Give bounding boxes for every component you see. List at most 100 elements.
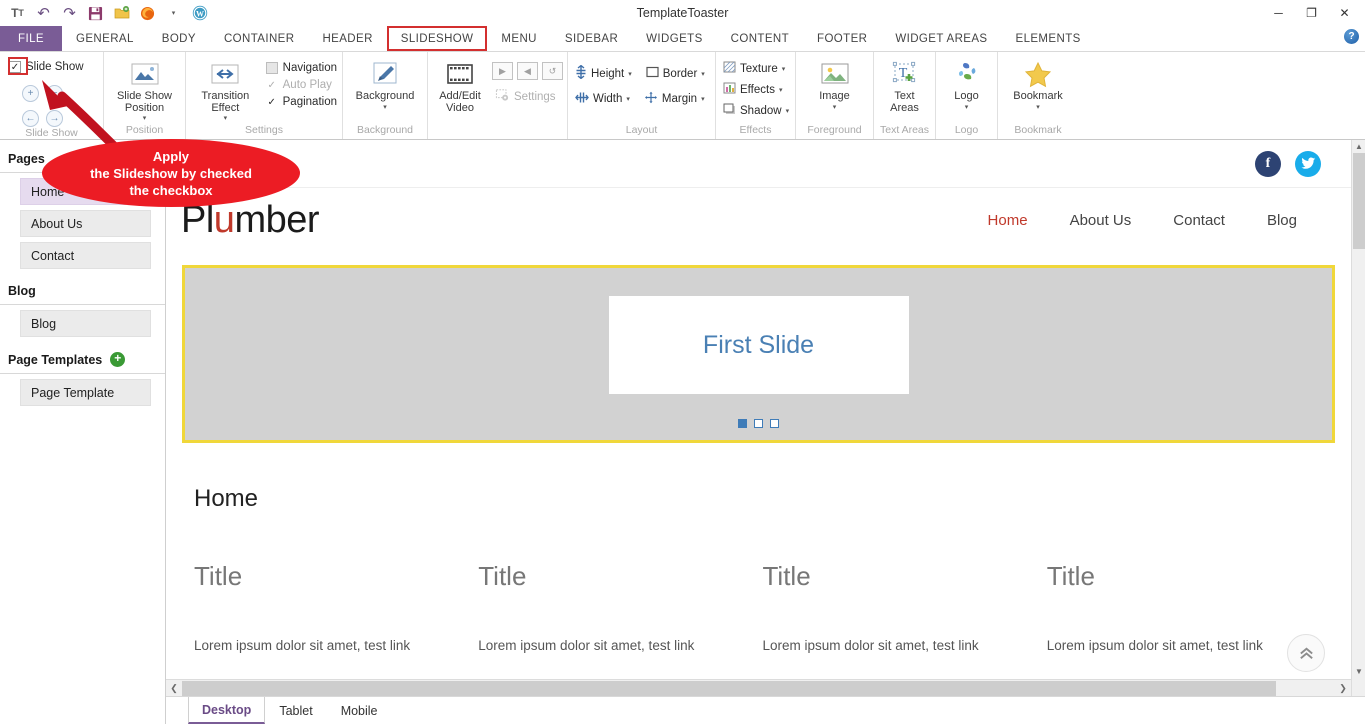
chevron-down-icon[interactable]: ▾ xyxy=(1036,103,1040,111)
transition-arrows-icon xyxy=(210,59,240,89)
scroll-up-arrow[interactable]: ▲ xyxy=(1352,140,1365,153)
border-button[interactable]: Border ▾ xyxy=(643,63,708,84)
menu-tab-slideshow[interactable]: SLIDESHOW xyxy=(387,26,488,51)
scroll-right-arrow[interactable]: ❯ xyxy=(1335,683,1351,694)
nav-link-contact[interactable]: Contact xyxy=(1173,212,1225,229)
vertical-scrollbar[interactable]: ▲ ▼ xyxy=(1351,140,1365,724)
help-icon[interactable]: ? xyxy=(1344,29,1359,44)
text-areas-button[interactable]: T Text Areas xyxy=(878,57,931,116)
vertical-scroll-thumb[interactable] xyxy=(1353,153,1365,249)
menu-tab-container[interactable]: CONTAINER xyxy=(210,26,308,51)
loop-video-button[interactable]: ↺ xyxy=(542,62,563,80)
svg-text:W: W xyxy=(196,9,204,18)
menu-tab-body[interactable]: BODY xyxy=(148,26,210,51)
width-label: Width xyxy=(593,93,622,105)
add-page-template-button[interactable]: + xyxy=(110,352,125,367)
sidebar-item-blog[interactable]: Blog xyxy=(20,310,151,337)
effects-label: Effects xyxy=(740,84,775,96)
twitter-icon[interactable] xyxy=(1295,151,1321,177)
menu-tab-widgets[interactable]: WIDGETS xyxy=(632,26,716,51)
firefox-preview-icon[interactable] xyxy=(138,4,157,23)
mute-video-button[interactable]: ◀ xyxy=(517,62,538,80)
sidebar-item-about-us[interactable]: About Us xyxy=(20,210,151,237)
chevron-down-icon[interactable]: ▾ xyxy=(833,103,837,111)
video-settings-button[interactable]: Settings xyxy=(492,86,563,107)
redo-icon[interactable]: ↷ xyxy=(60,4,79,23)
ribbon-group-label-layout: Layout xyxy=(572,124,711,139)
auto-play-checkbox[interactable]: ✓ Auto Play xyxy=(265,77,338,93)
pagination-dot-1[interactable] xyxy=(738,419,747,428)
sidebar-heading-page-templates: Page Templates + xyxy=(0,344,165,374)
annotation-callout: Apply the Slideshow by checked the check… xyxy=(42,139,300,207)
image-button[interactable]: Image ▾ xyxy=(812,57,858,113)
scroll-down-arrow[interactable]: ▼ xyxy=(1352,665,1365,678)
chevron-down-icon[interactable]: ▾ xyxy=(628,70,632,78)
undo-icon[interactable]: ↶ xyxy=(34,4,53,23)
restore-button[interactable]: ❐ xyxy=(1295,1,1328,25)
width-button[interactable]: Width ▾ xyxy=(572,89,633,109)
navigation-label: Navigation xyxy=(283,62,337,74)
font-size-icon[interactable]: TT xyxy=(8,4,27,23)
minimize-button[interactable]: ─ xyxy=(1262,1,1295,25)
checkmark-icon: ✓ xyxy=(266,79,278,91)
menu-tab-header[interactable]: HEADER xyxy=(308,26,386,51)
chevron-down-icon[interactable]: ▾ xyxy=(779,86,783,94)
navigation-checkbox[interactable]: ✓ Navigation xyxy=(265,60,338,76)
social-links: f xyxy=(1255,151,1321,177)
chevron-down-icon[interactable]: ▾ xyxy=(143,114,147,122)
chevron-down-icon[interactable]: ▾ xyxy=(701,95,705,103)
ribbon-group-label-effects: Effects xyxy=(720,124,791,139)
menu-tab-file[interactable]: FILE xyxy=(0,26,62,51)
pagination-dot-3[interactable] xyxy=(770,419,779,428)
menu-tab-sidebar[interactable]: SIDEBAR xyxy=(551,26,632,51)
chevron-down-icon[interactable]: ▾ xyxy=(786,107,790,115)
scroll-to-top-button[interactable] xyxy=(1287,634,1325,672)
scroll-left-arrow[interactable]: ❮ xyxy=(166,683,182,694)
pagination-checkbox[interactable]: ✓ Pagination xyxy=(265,94,338,110)
bookmark-button[interactable]: Bookmark ▾ xyxy=(1008,57,1068,113)
play-video-button[interactable]: ▶ xyxy=(492,62,513,80)
background-button[interactable]: Background ▾ xyxy=(351,57,420,113)
chevron-down-icon[interactable]: ▾ xyxy=(782,65,786,73)
save-icon[interactable] xyxy=(86,4,105,23)
close-button[interactable]: ✕ xyxy=(1328,1,1361,25)
facebook-icon[interactable]: f xyxy=(1255,151,1281,177)
menu-tab-widget-areas[interactable]: WIDGET AREAS xyxy=(881,26,1001,51)
slideshow-region[interactable]: First Slide xyxy=(182,265,1335,443)
shadow-button[interactable]: Shadow ▾ xyxy=(720,101,792,120)
margin-button[interactable]: Margin ▾ xyxy=(641,89,708,109)
nav-link-about-us[interactable]: About Us xyxy=(1070,212,1132,229)
nav-link-home[interactable]: Home xyxy=(988,212,1028,229)
wordpress-icon[interactable]: W xyxy=(190,4,209,23)
nav-link-blog[interactable]: Blog xyxy=(1267,212,1297,229)
menu-tab-footer[interactable]: FOOTER xyxy=(803,26,881,51)
horizontal-scrollbar[interactable]: ❮ ❯ xyxy=(166,679,1351,696)
menu-tab-general[interactable]: GENERAL xyxy=(62,26,148,51)
annotation-text: Apply the Slideshow by checked the check… xyxy=(90,148,252,199)
pagination-dot-2[interactable] xyxy=(754,419,763,428)
sidebar-item-page-template[interactable]: Page Template xyxy=(20,379,151,406)
chevron-down-icon[interactable]: ▾ xyxy=(701,70,705,78)
device-tab-desktop[interactable]: Desktop xyxy=(188,697,265,724)
height-button[interactable]: Height ▾ xyxy=(572,63,635,84)
texture-button[interactable]: Texture ▾ xyxy=(720,59,788,78)
annotation-line-2: the Slideshow by checked xyxy=(90,166,252,181)
export-folder-icon[interactable] xyxy=(112,4,131,23)
chevron-down-icon[interactable]: ▾ xyxy=(383,103,387,111)
menu-tab-content[interactable]: CONTENT xyxy=(717,26,803,51)
logo-button[interactable]: Logo ▾ xyxy=(944,57,990,113)
device-tab-tablet[interactable]: Tablet xyxy=(265,697,326,724)
sidebar-item-contact[interactable]: Contact xyxy=(20,242,151,269)
browser-dropdown-caret[interactable]: ▾ xyxy=(164,4,183,23)
device-tab-mobile[interactable]: Mobile xyxy=(327,697,392,724)
add-edit-video-button[interactable]: Add/Edit Video xyxy=(432,57,488,116)
chevron-down-icon[interactable]: ▾ xyxy=(965,103,969,111)
transition-effect-button[interactable]: Transition Effect ▾ xyxy=(190,57,261,124)
text-add-icon: T xyxy=(891,59,919,89)
horizontal-scroll-thumb[interactable] xyxy=(182,681,1276,696)
chevron-down-icon[interactable]: ▾ xyxy=(626,95,630,103)
menu-tab-elements[interactable]: ELEMENTS xyxy=(1002,26,1095,51)
menu-tab-menu[interactable]: MENU xyxy=(487,26,550,51)
chevron-down-icon[interactable]: ▾ xyxy=(224,114,228,122)
effects-button[interactable]: Effects ▾ xyxy=(720,80,785,99)
